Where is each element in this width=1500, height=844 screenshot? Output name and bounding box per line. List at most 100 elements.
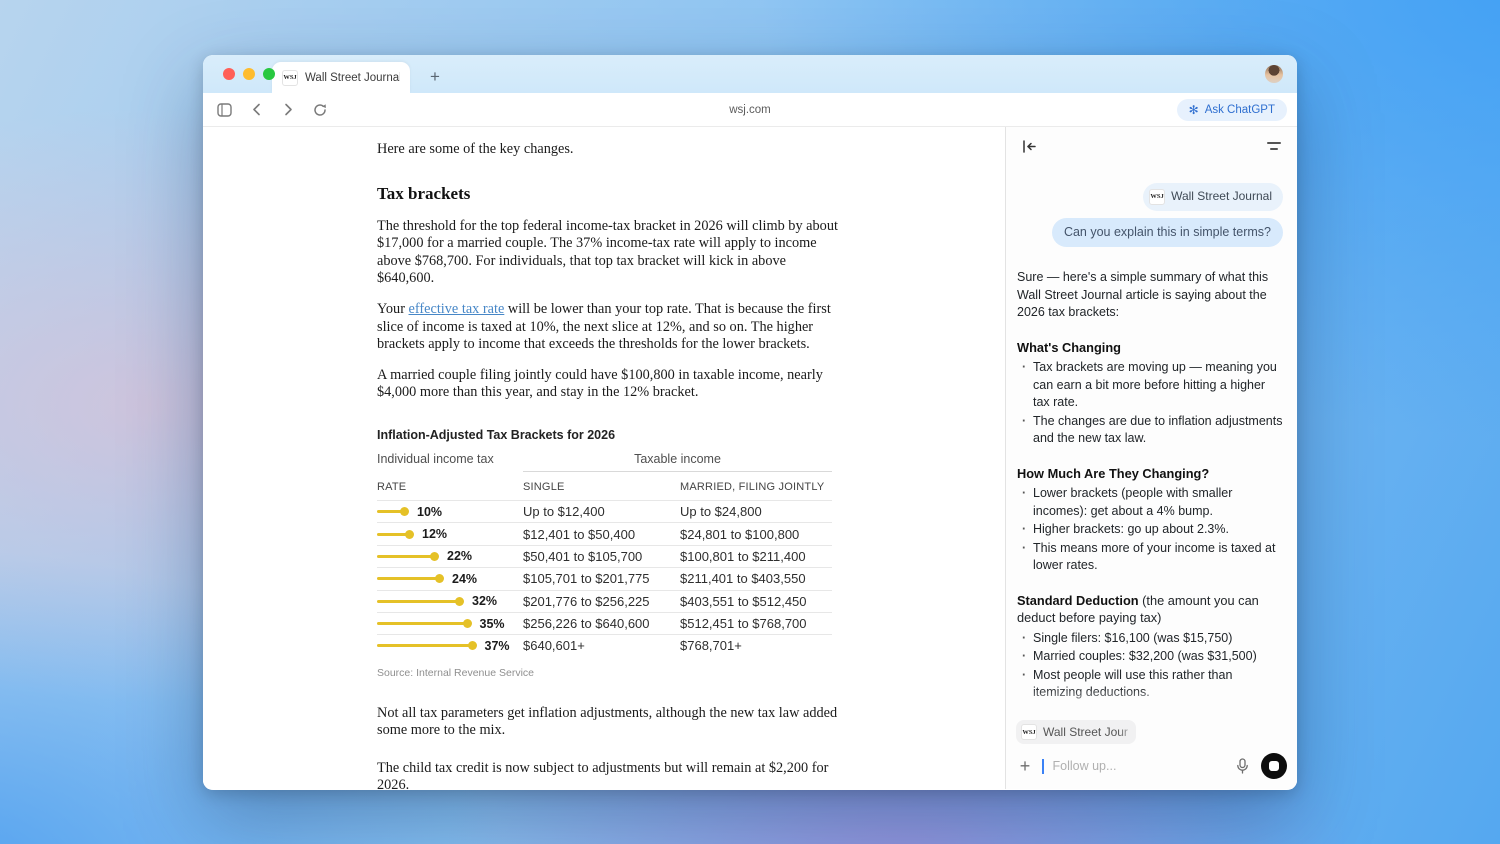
- wsj-favicon-icon: WSJ: [1149, 189, 1165, 205]
- reload-button[interactable]: [309, 99, 331, 121]
- rate-bar: [377, 600, 457, 603]
- article-paragraph: Not all tax parameters get inflation adj…: [377, 705, 845, 740]
- married-range: $100,801 to $211,400: [680, 549, 832, 564]
- article-scroll-area[interactable]: Here are some of the key changes. Tax br…: [203, 127, 1005, 789]
- back-button[interactable]: [245, 99, 267, 121]
- text-caret: [1042, 759, 1044, 774]
- assistant-message: Sure — here's a simple summary of what t…: [1012, 269, 1283, 714]
- rate-bar: [377, 577, 437, 580]
- minimize-window-button[interactable]: [243, 68, 255, 80]
- table-title: Inflation-Adjusted Tax Brackets for 2026: [377, 428, 832, 442]
- voice-mode-button[interactable]: [1261, 753, 1287, 779]
- openai-logo-icon: ✻: [1189, 104, 1199, 116]
- browser-window: WSJ Wall Street Journal + wsj.com ✻ Ask …: [203, 55, 1297, 790]
- rate-bar-dot: [455, 597, 464, 606]
- collapse-sidebar-icon[interactable]: [1018, 135, 1040, 157]
- rate-cell: 35%: [377, 617, 523, 631]
- rate-bar-dot: [468, 641, 477, 650]
- tab-wall-street-journal[interactable]: WSJ Wall Street Journal: [272, 62, 410, 93]
- rate-value: 24%: [452, 572, 477, 586]
- composer-chip-label: Wall Street Journa: [1043, 725, 1128, 739]
- article-paragraph: A married couple filing jointly could ha…: [377, 367, 845, 402]
- dictate-mic-icon[interactable]: [1231, 755, 1253, 777]
- summary-section: What's Changing Tax brackets are moving u…: [1012, 339, 1283, 448]
- tax-bracket-row: 10% Up to $12,400Up to $24,800: [377, 500, 832, 522]
- single-range: $640,601+: [523, 638, 680, 653]
- context-chip-wsj[interactable]: WSJ Wall Street Journal: [1143, 183, 1283, 211]
- article-paragraph: The child tax credit is now subject to a…: [377, 760, 845, 789]
- wsj-favicon-icon: WSJ: [282, 70, 298, 86]
- rate-value: 12%: [422, 527, 447, 541]
- single-range: Up to $12,400: [523, 504, 680, 519]
- rate-cell: 10%: [377, 505, 523, 519]
- single-range: $256,226 to $640,600: [523, 616, 680, 631]
- forward-button[interactable]: [277, 99, 299, 121]
- profile-avatar[interactable]: [1265, 65, 1283, 83]
- section-bullet: Lower brackets (people with smaller inco…: [1017, 485, 1283, 520]
- tax-bracket-row: 12% $12,401 to $50,400$24,801 to $100,800: [377, 522, 832, 544]
- new-tab-button[interactable]: +: [424, 66, 446, 88]
- rate-cell: 37%: [377, 639, 523, 653]
- chatgpt-sidebar: WSJ Wall Street Journal Can you explain …: [1005, 127, 1297, 789]
- column-header-rate: RATE: [377, 481, 523, 493]
- rate-bar: [377, 510, 402, 513]
- rate-bar-dot: [435, 574, 444, 583]
- attach-plus-icon[interactable]: +: [1016, 756, 1034, 777]
- traffic-lights: [223, 68, 275, 80]
- follow-up-input[interactable]: [1053, 759, 1224, 773]
- summary-section: Standard Deduction (the amount you can d…: [1012, 592, 1283, 702]
- tax-bracket-row: 37% $640,601+$768,701+: [377, 634, 832, 656]
- summary-section: How Much Are They Changing?Lower bracket…: [1012, 465, 1283, 575]
- user-message: Can you explain this in simple terms?: [1052, 218, 1283, 248]
- single-range: $105,701 to $201,775: [523, 571, 680, 586]
- rate-cell: 22%: [377, 549, 523, 563]
- single-range: $50,401 to $105,700: [523, 549, 680, 564]
- effective-tax-rate-link[interactable]: effective tax rate: [409, 301, 505, 317]
- column-header-married: MARRIED, FILING JOINTLY: [680, 481, 832, 493]
- rate-value: 37%: [485, 639, 510, 653]
- single-range: $201,776 to $256,225: [523, 594, 680, 609]
- section-bullet: The changes are due to inflation adjustm…: [1017, 413, 1283, 448]
- rate-cell: 32%: [377, 594, 523, 608]
- rate-bar-dot: [405, 530, 414, 539]
- article-paragraph: The threshold for the top federal income…: [377, 218, 845, 288]
- tax-bracket-row: 24% $105,701 to $201,775$211,401 to $403,…: [377, 567, 832, 589]
- context-chip-label: Wall Street Journal: [1171, 188, 1272, 206]
- group-header-individual: Individual income tax: [377, 452, 523, 472]
- chat-scroll-area[interactable]: WSJ Wall Street Journal Can you explain …: [1006, 159, 1297, 714]
- sidebar-toggle-icon[interactable]: [213, 99, 235, 121]
- married-range: $768,701+: [680, 638, 832, 653]
- section-bullet: Tax brackets are moving up — meaning you…: [1017, 359, 1283, 412]
- ask-chatgpt-button[interactable]: ✻ Ask ChatGPT: [1177, 99, 1287, 121]
- rate-bar-dot: [430, 552, 439, 561]
- article-paragraph: Your effective tax rate will be lower th…: [377, 301, 845, 354]
- section-heading: Standard Deduction (the amount you can d…: [1017, 592, 1283, 627]
- rate-bar: [377, 644, 470, 647]
- section-bullet: Higher brackets: go up about 2.3%.: [1017, 521, 1283, 539]
- rate-cell: 24%: [377, 572, 523, 586]
- zoom-window-button[interactable]: [263, 68, 275, 80]
- married-range: Up to $24,800: [680, 504, 832, 519]
- close-window-button[interactable]: [223, 68, 235, 80]
- table-source: Source: Internal Revenue Service: [377, 667, 832, 679]
- group-header-taxable-income: Taxable income: [523, 452, 832, 472]
- tax-bracket-row: 35%$256,226 to $640,600$512,451 to $768,…: [377, 612, 832, 634]
- voice-mode-icon: [1269, 761, 1279, 771]
- composer: WSJ Wall Street Journa +: [1006, 714, 1297, 789]
- address-bar[interactable]: wsj.com: [203, 104, 1297, 116]
- tax-bracket-row: 32%$201,776 to $256,225$403,551 to $512,…: [377, 590, 832, 612]
- rate-bar-dot: [463, 619, 472, 628]
- sidebar-menu-icon[interactable]: [1263, 135, 1285, 157]
- section-heading: What's Changing: [1017, 339, 1283, 357]
- married-range: $211,401 to $403,550: [680, 571, 832, 586]
- article-paragraph: Here are some of the key changes.: [377, 141, 845, 159]
- rate-value: 10%: [417, 505, 442, 519]
- rate-bar-dot: [400, 507, 409, 516]
- browser-toolbar: wsj.com ✻ Ask ChatGPT: [203, 93, 1297, 127]
- section-bullet: This means more of your income is taxed …: [1017, 540, 1283, 575]
- assistant-intro: Sure — here's a simple summary of what t…: [1012, 269, 1283, 322]
- married-range: $24,801 to $100,800: [680, 527, 832, 542]
- single-range: $12,401 to $50,400: [523, 527, 680, 542]
- tab-title: Wall Street Journal: [305, 72, 400, 84]
- composer-context-chip[interactable]: WSJ Wall Street Journa: [1016, 720, 1136, 744]
